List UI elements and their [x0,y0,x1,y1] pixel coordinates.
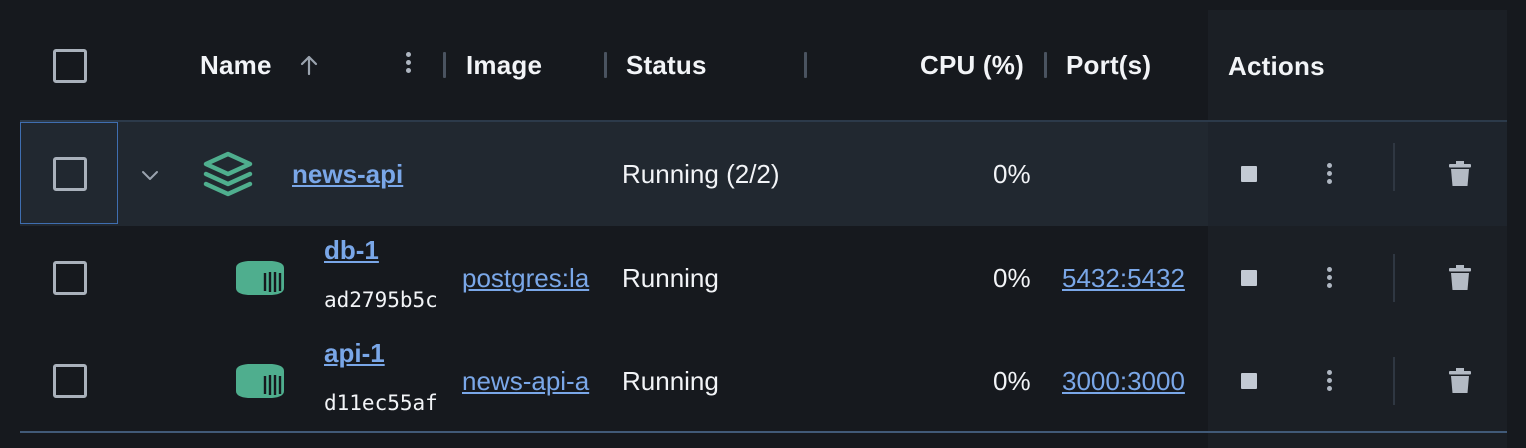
more-vertical-icon[interactable] [1327,370,1333,394]
container-status: Running [622,366,719,396]
trash-icon[interactable] [1447,367,1473,395]
group-row-checkbox[interactable] [53,157,87,191]
column-header-ports[interactable]: Port(s) [1066,48,1151,82]
stack-icon [203,151,253,197]
actions-divider [1393,357,1395,405]
more-vertical-icon[interactable] [1327,163,1333,187]
column-header-cpu[interactable]: CPU (%) [920,48,1024,82]
container-icon [236,364,284,398]
trash-icon[interactable] [1447,160,1473,188]
column-header-image[interactable]: Image [466,48,542,82]
column-resize-handle[interactable] [443,52,446,78]
stop-icon[interactable] [1241,270,1257,286]
group-status: Running (2/2) [622,159,780,189]
container-image-link[interactable]: postgres:la [462,261,606,295]
container-image-link[interactable]: news-api-a [462,364,606,398]
container-id: ad2795b5c [324,288,438,312]
container-icon [236,261,284,295]
arrow-up-icon[interactable] [297,53,321,77]
container-cpu: 0% [993,263,1031,293]
container-name-link[interactable]: db-1 [324,233,379,267]
stop-icon[interactable] [1241,166,1257,182]
column-header-actions: Actions [1228,51,1325,81]
column-header-status[interactable]: Status [626,48,707,82]
container-row-checkbox[interactable] [53,364,87,398]
container-name-link[interactable]: api-1 [324,336,385,370]
container-row-checkbox[interactable] [53,261,87,295]
group-cpu: 0% [993,159,1031,189]
table-bottom-divider [20,431,1507,433]
kebab-icon[interactable] [406,52,412,76]
group-name-link[interactable]: news-api [292,157,403,191]
header-divider [20,120,1507,122]
column-resize-handle[interactable] [604,52,607,78]
container-cpu: 0% [993,366,1031,396]
column-header-name[interactable]: Name [200,48,272,82]
container-port-link[interactable]: 5432:5432 [1062,261,1185,295]
actions-divider [1393,254,1395,302]
trash-icon[interactable] [1447,264,1473,292]
container-id: d11ec55af [324,391,438,415]
more-vertical-icon[interactable] [1327,267,1333,291]
column-resize-handle[interactable] [804,52,807,78]
select-all-checkbox[interactable] [53,49,87,83]
column-resize-handle[interactable] [1044,52,1047,78]
stop-icon[interactable] [1241,373,1257,389]
actions-divider [1393,143,1395,191]
chevron-down-icon[interactable] [138,163,162,187]
container-status: Running [622,263,719,293]
container-port-link[interactable]: 3000:3000 [1062,364,1185,398]
